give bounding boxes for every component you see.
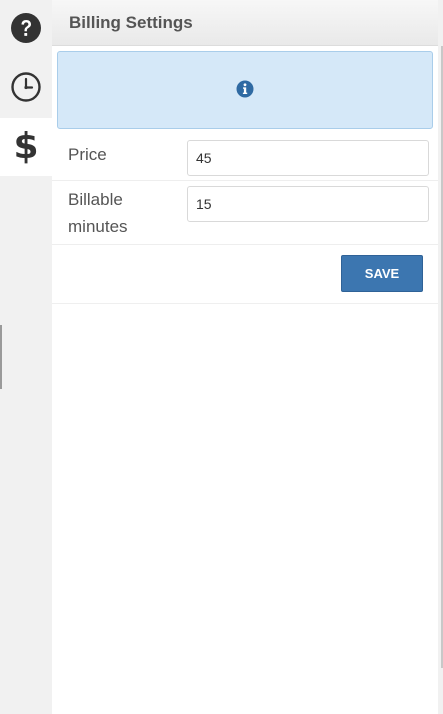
panel-header: Billing Settings xyxy=(52,0,438,46)
billable-minutes-row: Billable minutes xyxy=(52,181,438,245)
app-window: $ Billing Settings Price Billabl xyxy=(0,0,443,714)
save-button[interactable]: SAVE xyxy=(341,255,423,292)
info-icon xyxy=(236,80,254,98)
price-input[interactable] xyxy=(187,140,429,176)
rail-item-help[interactable] xyxy=(0,1,52,59)
page-title: Billing Settings xyxy=(69,13,193,32)
info-banner xyxy=(57,51,433,129)
clock-icon xyxy=(10,71,42,108)
rail-scroll-indicator xyxy=(0,325,2,389)
side-rail: $ xyxy=(0,0,52,714)
rail-item-schedule[interactable] xyxy=(0,60,52,118)
rail-item-billing[interactable]: $ xyxy=(0,118,52,176)
price-label: Price xyxy=(68,145,107,164)
billing-panel: Billing Settings Price Billable minutes xyxy=(52,0,438,714)
price-row: Price xyxy=(52,136,438,181)
form-divider xyxy=(52,303,438,304)
billable-minutes-input[interactable] xyxy=(187,186,429,222)
billable-minutes-label-line2: minutes xyxy=(68,217,128,236)
dollar-icon: $ xyxy=(13,126,39,167)
help-icon xyxy=(10,12,42,49)
billable-minutes-label-line1: Billable xyxy=(68,190,123,209)
billable-minutes-label: Billable minutes xyxy=(68,186,178,240)
